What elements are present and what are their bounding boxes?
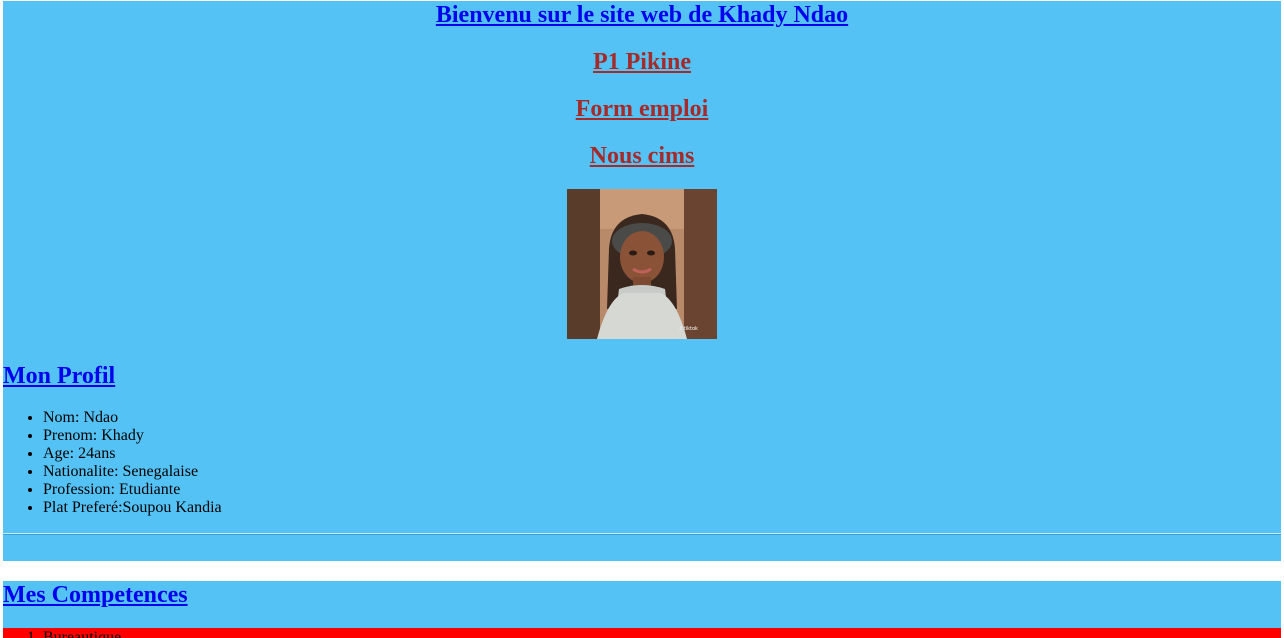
horizontal-rule <box>3 533 1281 535</box>
profile-item-plat-prefere: Plat Preferé:Soupou Kandia <box>43 499 222 517</box>
profile-heading-link[interactable]: Mon Profil <box>3 362 115 390</box>
skills-item-bureautique: Bureautique <box>43 629 121 638</box>
skills-list: Bureautique <box>3 629 121 638</box>
profile-item-age: Age: 24ans <box>43 445 222 463</box>
profile-item-nom: Nom: Ndao <box>43 409 222 427</box>
welcome-link[interactable]: Bienvenu sur le site web de Khady Ndao <box>3 1 1281 29</box>
page: Bienvenu sur le site web de Khady Ndao P… <box>0 0 1284 638</box>
profile-list: Nom: Ndao Prenom: Khady Age: 24ans Natio… <box>3 409 222 517</box>
profile-item-nationalite: Nationalite: Senegalaise <box>43 463 222 481</box>
skills-list-highlight <box>3 628 1281 638</box>
portrait-image: ♪ tiktok <box>567 189 717 339</box>
skills-heading-link[interactable]: Mes Competences <box>3 581 188 609</box>
profile-item-prenom: Prenom: Khady <box>43 427 222 445</box>
nav-link-form-emploi[interactable]: Form emploi <box>3 95 1281 123</box>
profile-item-profession: Profession: Etudiante <box>43 481 222 499</box>
svg-text:♪ tiktok: ♪ tiktok <box>679 326 698 332</box>
nav-link-p1-pikine[interactable]: P1 Pikine <box>3 48 1281 76</box>
portrait-photo: ♪ tiktok <box>567 189 717 339</box>
nav-link-nous-cims[interactable]: Nous cims <box>3 142 1281 170</box>
